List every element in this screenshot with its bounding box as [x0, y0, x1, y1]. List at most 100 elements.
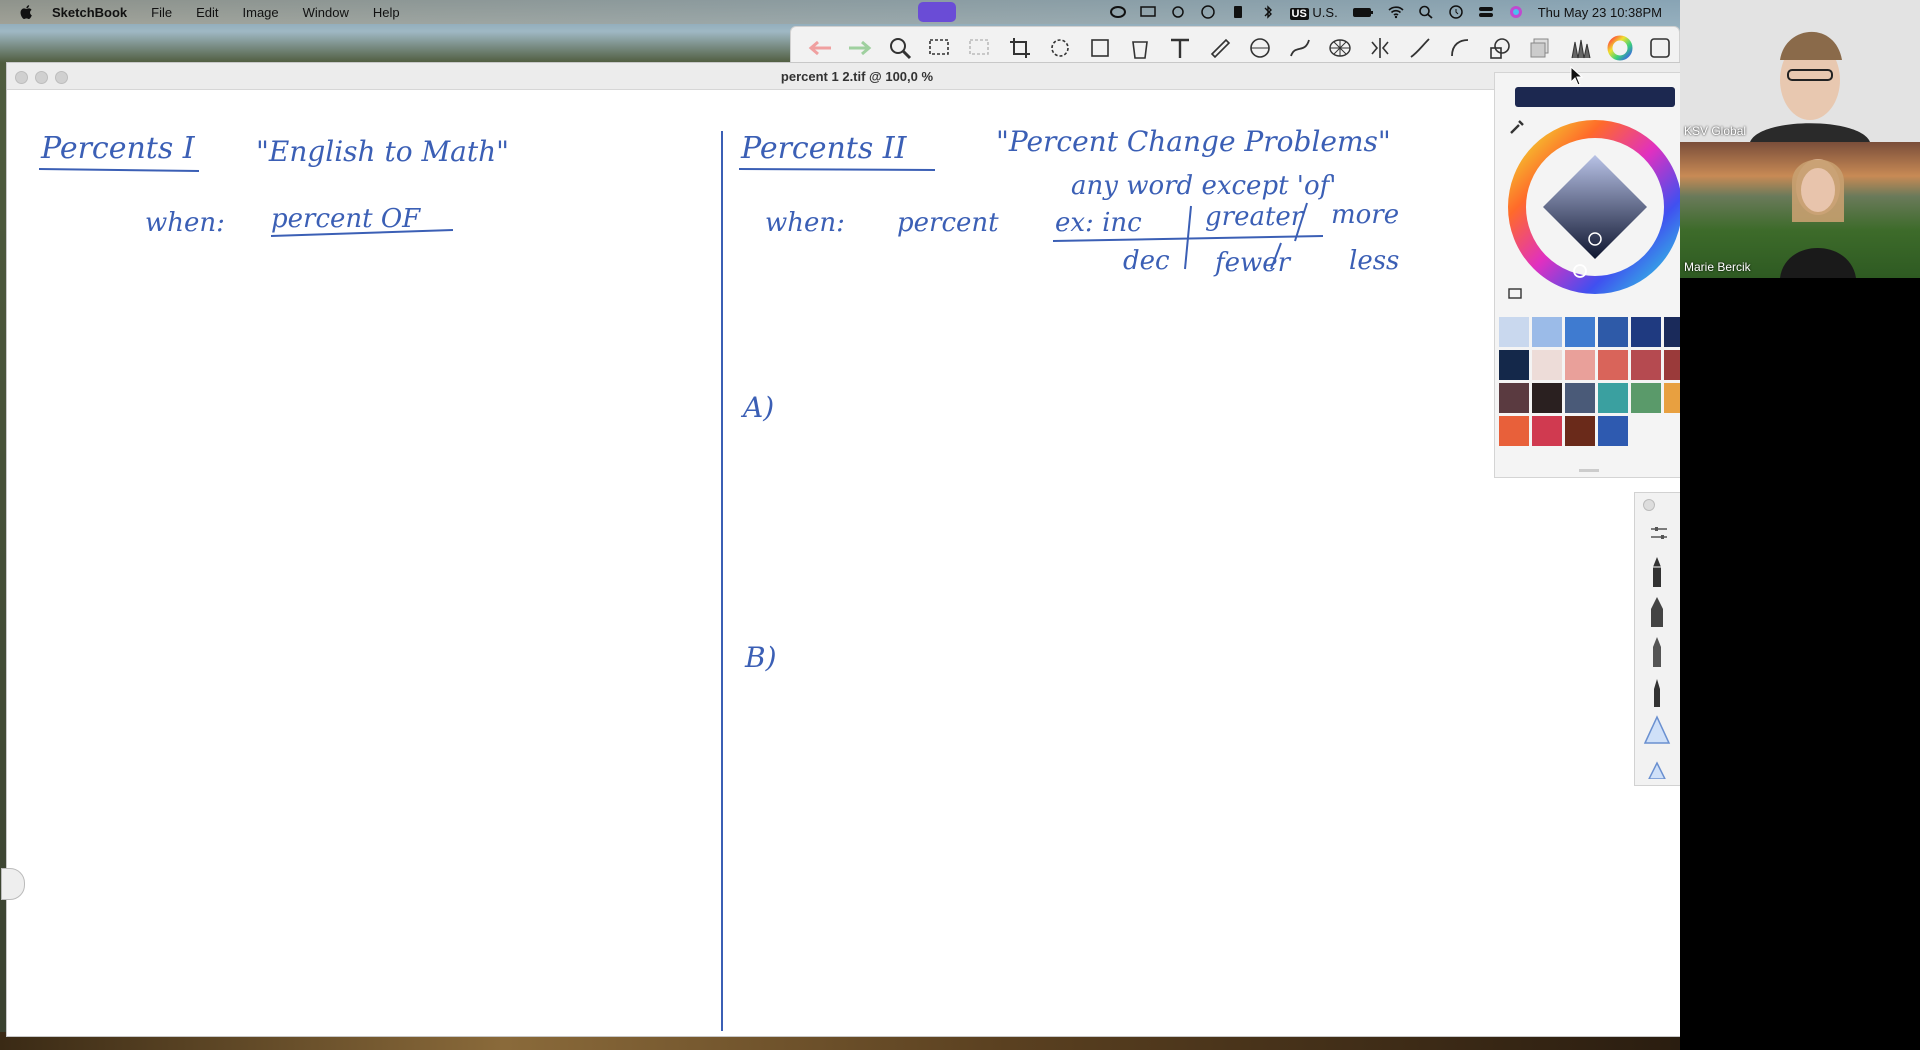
color-options-icon[interactable]	[1507, 285, 1523, 301]
color-swatch[interactable]	[1631, 350, 1661, 380]
brush-palette	[1634, 492, 1682, 786]
right-more: more	[1331, 200, 1399, 230]
color-swatch[interactable]	[1598, 383, 1628, 413]
right-example-inc: ex: inc	[1055, 208, 1142, 238]
color-swatch[interactable]	[1598, 317, 1628, 347]
color-swatch[interactable]	[1565, 416, 1595, 446]
time-machine-icon[interactable]	[1448, 5, 1464, 19]
color-swatch[interactable]	[1565, 317, 1595, 347]
left-heading: Percents I	[40, 131, 196, 166]
color-wheel[interactable]	[1505, 117, 1685, 297]
menu-help[interactable]: Help	[361, 5, 412, 20]
left-when-label: when:	[145, 208, 225, 238]
transform-icon	[1051, 39, 1069, 57]
color-editor-panel	[1494, 72, 1694, 478]
redo-icon	[849, 40, 872, 56]
color-swatch[interactable]	[1532, 317, 1562, 347]
airbrush-icon[interactable]	[1643, 715, 1671, 745]
distort-icon	[1091, 39, 1109, 57]
color-swatch[interactable]	[1499, 350, 1529, 380]
siri-icon[interactable]	[1508, 5, 1524, 19]
wifi-icon[interactable]	[1388, 5, 1404, 19]
color-swatch[interactable]	[1631, 317, 1661, 347]
participant-silhouette	[1780, 159, 1856, 278]
color-swatch[interactable]	[1532, 383, 1562, 413]
panel-resize-grip[interactable]	[1579, 469, 1599, 472]
eraser-brush-icon[interactable]	[1645, 759, 1669, 779]
left-when-value: percent OF	[271, 204, 421, 234]
right-heading-underline	[738, 168, 936, 171]
sketchbook-window: percent 1 2.tif @ 100,0 % Percents I "En…	[1, 62, 1682, 1037]
pencil-brush-icon[interactable]	[1645, 555, 1669, 589]
current-color-bar[interactable]	[1515, 87, 1675, 107]
left-heading-underline	[38, 168, 200, 172]
brush-settings-icon[interactable]	[1649, 525, 1669, 541]
window-title-bar[interactable]: percent 1 2.tif @ 100,0 %	[7, 63, 1681, 90]
color-swatch[interactable]	[1598, 416, 1628, 446]
drawing-canvas[interactable]: Percents I "English to Math" when: perce…	[13, 91, 1673, 1033]
menu-image[interactable]: Image	[231, 5, 291, 20]
participant-silhouette	[1680, 0, 1920, 142]
ink-pen-brush-icon[interactable]	[1645, 635, 1669, 669]
layers-icon	[1530, 38, 1549, 58]
keyboard-badge: US	[1289, 7, 1309, 20]
mouse-cursor-icon	[1570, 66, 1584, 86]
magnifier-icon	[890, 38, 912, 60]
keyboard-locale: U.S.	[1312, 4, 1338, 20]
right-when-label: when:	[765, 208, 845, 238]
video-empty-area	[1680, 278, 1920, 1050]
menu-edit[interactable]: Edit	[184, 5, 230, 20]
participant-name: KSV Global	[1684, 124, 1747, 138]
video-tile-ksv-global[interactable]: KSV Global	[1680, 0, 1920, 142]
deselect-icon	[969, 39, 989, 55]
display-icon[interactable]	[1139, 5, 1156, 19]
search-icon[interactable]	[1418, 5, 1434, 19]
apple-icon[interactable]	[20, 5, 34, 19]
label-b: B)	[744, 641, 777, 674]
menu-file[interactable]: File	[139, 5, 184, 20]
color-swatch[interactable]	[1532, 350, 1562, 380]
clock[interactable]: Thu May 23 10:38PM	[1538, 5, 1662, 20]
right-quote: "Percent Change Problems"	[996, 125, 1391, 158]
fine-pen-brush-icon[interactable]	[1645, 675, 1669, 709]
brush-palette-close[interactable]	[1643, 499, 1655, 511]
color-swatch[interactable]	[1565, 350, 1595, 380]
menu-bar: SketchBook File Edit Image Window Help U…	[0, 0, 1680, 24]
sync-icon[interactable]	[1170, 5, 1186, 19]
creative-cloud-icon[interactable]	[1109, 5, 1126, 19]
color-swatch[interactable]	[1499, 317, 1529, 347]
accessibility-icon[interactable]	[1200, 5, 1216, 19]
color-swatch[interactable]	[1631, 383, 1661, 413]
curve-icon	[1451, 39, 1469, 57]
bucket-icon	[1132, 41, 1148, 59]
menu-app-sketchbook[interactable]: SketchBook	[40, 5, 139, 20]
color-swatch[interactable]	[1499, 383, 1529, 413]
clipboard-icon[interactable]	[1230, 5, 1246, 19]
color-swatch[interactable]	[1598, 350, 1628, 380]
left-quote: "English to Math"	[256, 135, 509, 168]
keyboard-layout[interactable]: US U.S.	[1289, 4, 1338, 20]
menu-window[interactable]: Window	[291, 5, 361, 20]
undo-icon	[808, 40, 831, 56]
color-swatch[interactable]	[1499, 416, 1529, 446]
line-icon	[1410, 38, 1430, 58]
right-fewer: fewer	[1213, 248, 1292, 278]
video-tile-marie-bercik[interactable]: Marie Bercik	[1680, 142, 1920, 278]
symmetry-icon	[1371, 38, 1389, 58]
color-swatch[interactable]	[1565, 383, 1595, 413]
screen-share-indicator[interactable]	[918, 2, 956, 22]
french-curve-icon	[1290, 39, 1310, 57]
label-a: A)	[740, 391, 774, 424]
text-icon	[1171, 38, 1189, 58]
participant-name: Marie Bercik	[1684, 260, 1751, 274]
ruler-icon	[1210, 38, 1231, 59]
right-note: any word except 'of'	[1071, 171, 1336, 201]
color-swatch[interactable]	[1532, 416, 1562, 446]
marker-brush-icon[interactable]	[1645, 595, 1669, 629]
palette-icon	[1650, 38, 1670, 58]
control-center-icon[interactable]	[1478, 5, 1494, 19]
right-less: less	[1349, 246, 1399, 276]
marquee-select-icon	[929, 39, 949, 55]
battery-icon[interactable]	[1352, 5, 1374, 19]
bluetooth-icon[interactable]	[1260, 5, 1276, 19]
